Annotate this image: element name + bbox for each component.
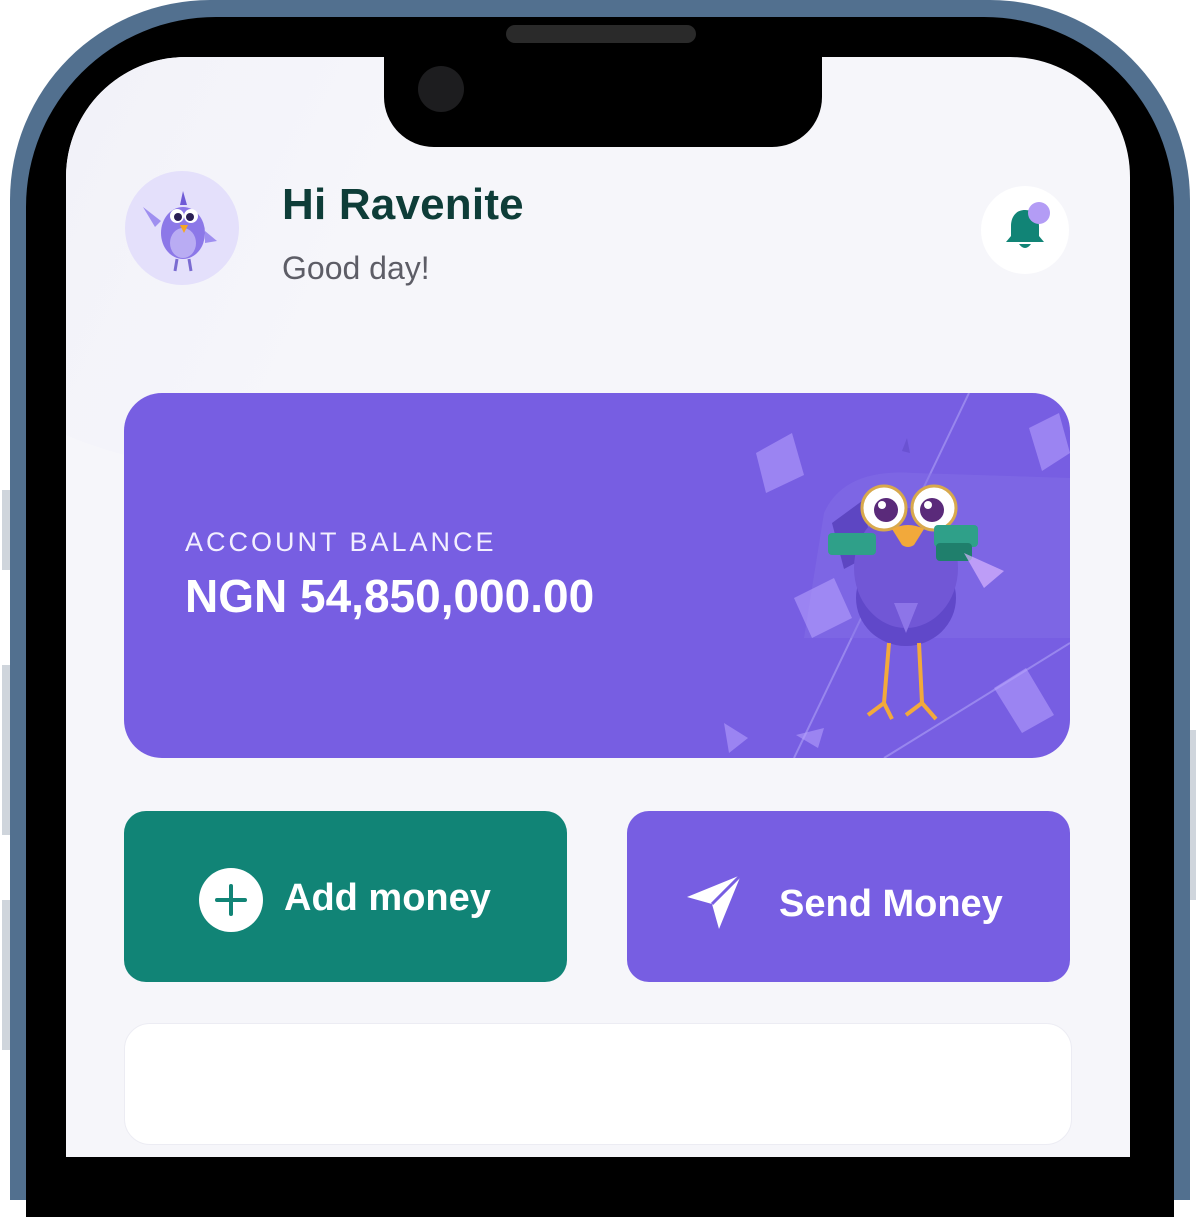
notifications-button[interactable] [981, 186, 1069, 274]
greeting-subtitle: Good day! [282, 250, 430, 286]
paper-plane-icon [687, 873, 743, 929]
balance-label: ACCOUNT BALANCE [185, 527, 497, 557]
phone-speaker [506, 25, 696, 43]
send-money-button[interactable]: Send Money [627, 811, 1070, 982]
bell-icon [1006, 202, 1050, 248]
content-card [124, 1023, 1072, 1145]
balance-card[interactable]: ACCOUNT BALANCE NGN 54,850,000.00 [124, 393, 1070, 758]
balance-amount: NGN 54,850,000.00 [185, 570, 595, 622]
send-money-label: Send Money [779, 883, 1003, 925]
add-money-button[interactable]: Add money [124, 811, 567, 982]
bird-mascot-icon [143, 191, 217, 272]
greeting-title: Hi Ravenite [282, 180, 524, 229]
add-money-label: Add money [284, 877, 491, 919]
camera-icon [418, 66, 464, 112]
plus-circle-icon [199, 868, 263, 932]
avatar[interactable] [125, 171, 239, 285]
